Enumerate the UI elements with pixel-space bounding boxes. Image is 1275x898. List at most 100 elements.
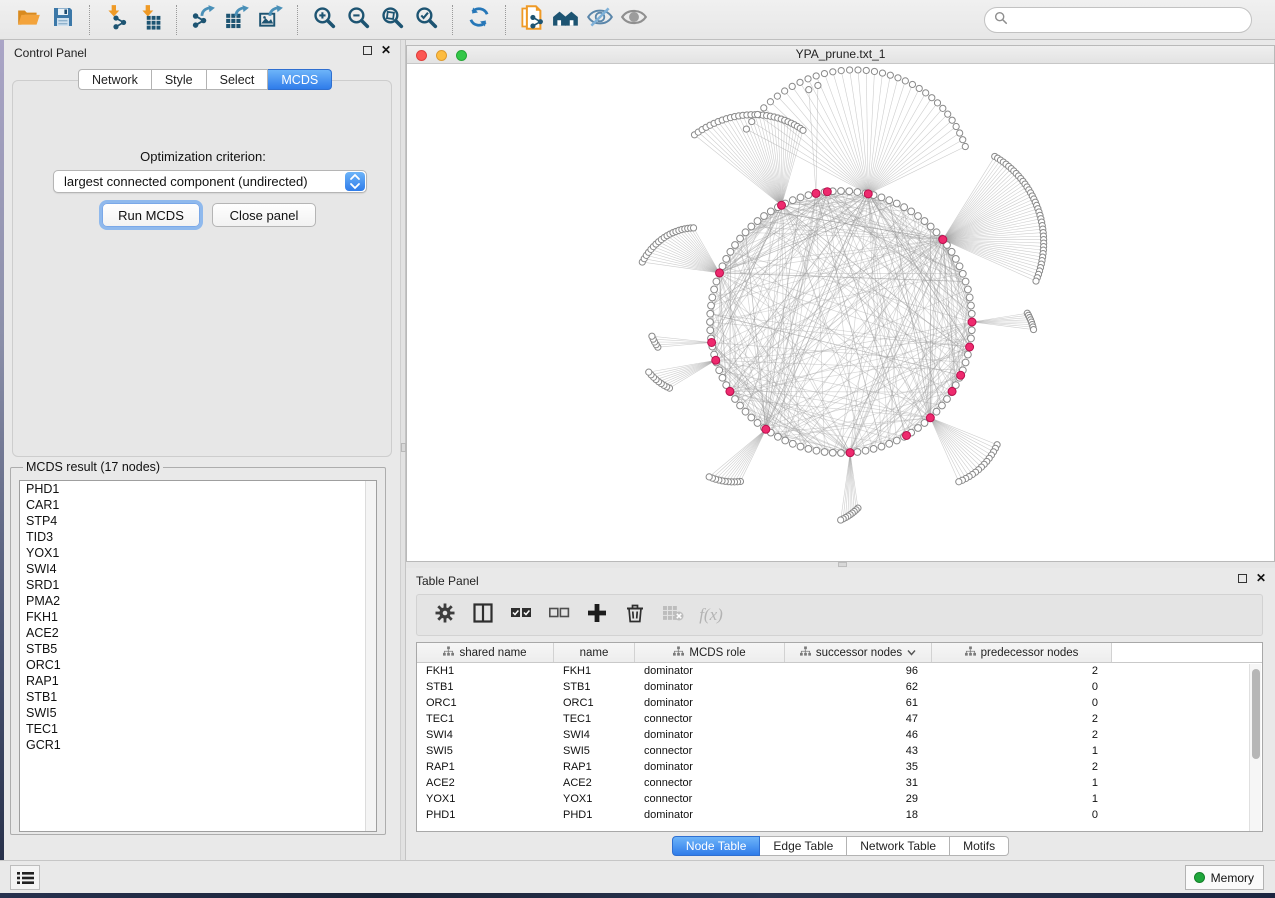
zoom-out-button[interactable] (341, 4, 375, 36)
tab-edge-table[interactable]: Edge Table (760, 836, 847, 856)
table-row-SWI4[interactable]: SWI4SWI4dominator462 (417, 727, 1262, 743)
task-history-button[interactable] (10, 865, 40, 890)
mcds-result-item[interactable]: PHD1 (20, 481, 376, 497)
add-row-button[interactable] (583, 600, 611, 630)
mcds-result-list[interactable]: PHD1CAR1STP4TID3YOX1SWI4SRD1PMA2FKH1ACE2… (19, 480, 377, 832)
mcds-hub-node[interactable] (903, 431, 911, 439)
zoom-fit-button[interactable] (375, 4, 409, 36)
table-row-RAP1[interactable]: RAP1RAP1dominator352 (417, 759, 1262, 775)
float-panel-icon[interactable] (363, 46, 372, 55)
share-document-button[interactable] (515, 4, 549, 36)
delete-table-disabled-button (659, 600, 687, 630)
mcds-hub-node[interactable] (864, 190, 872, 198)
float-panel-icon[interactable] (1238, 574, 1247, 583)
mcds-hub-node[interactable] (712, 356, 720, 364)
mcds-result-item[interactable]: SWI5 (20, 705, 376, 721)
network-canvas[interactable] (407, 64, 1274, 561)
column-header-MCDS-role[interactable]: MCDS role (635, 643, 785, 662)
mcds-result-item[interactable]: ORC1 (20, 657, 376, 673)
tab-mcds[interactable]: MCDS (268, 69, 332, 90)
tab-node-table[interactable]: Node Table (672, 836, 761, 856)
zoom-in-button[interactable] (307, 4, 341, 36)
mcds-list-scrollbar[interactable] (365, 481, 376, 831)
mcds-hub-node[interactable] (762, 425, 770, 433)
export-network-button[interactable] (186, 4, 220, 36)
memory-button[interactable]: Memory (1185, 865, 1264, 890)
tab-network[interactable]: Network (78, 69, 152, 90)
mcds-hub-node[interactable] (968, 318, 976, 326)
search-input[interactable] (1013, 13, 1251, 27)
search-box[interactable] (984, 7, 1252, 33)
mcds-hub-node[interactable] (812, 189, 820, 197)
mcds-result-item[interactable]: CAR1 (20, 497, 376, 513)
scrollbar-thumb[interactable] (1252, 669, 1260, 759)
gear-button[interactable] (431, 600, 459, 630)
mcds-hub-node[interactable] (846, 449, 854, 457)
criterion-dropdown[interactable]: largest connected component (undirected) (53, 170, 367, 193)
mcds-hub-node[interactable] (778, 201, 786, 209)
mcds-hub-node[interactable] (926, 414, 934, 422)
minimize-traffic-light[interactable] (436, 50, 447, 61)
mcds-result-item[interactable]: SWI4 (20, 561, 376, 577)
run-mcds-button[interactable]: Run MCDS (102, 203, 200, 227)
column-header-shared-name[interactable]: shared name (417, 643, 554, 662)
open-button[interactable] (12, 4, 46, 36)
table-row-PHD1[interactable]: PHD1PHD1dominator180 (417, 807, 1262, 823)
delete-row-button[interactable] (621, 600, 649, 630)
tab-network-table[interactable]: Network Table (847, 836, 950, 856)
import-network-button[interactable] (99, 4, 133, 36)
close-panel-button[interactable]: Close panel (212, 203, 316, 227)
table-row-ORC1[interactable]: ORC1ORC1dominator610 (417, 695, 1262, 711)
mcds-result-item[interactable]: RAP1 (20, 673, 376, 689)
splitter-handle[interactable] (838, 562, 847, 567)
table-scrollbar[interactable] (1249, 664, 1261, 832)
tab-motifs[interactable]: Motifs (950, 836, 1009, 856)
mcds-result-item[interactable]: STP4 (20, 513, 376, 529)
refresh-button[interactable] (462, 4, 496, 36)
table-row-ACE2[interactable]: ACE2ACE2connector311 (417, 775, 1262, 791)
deselect-all-button[interactable] (545, 600, 573, 630)
table-row-TEC1[interactable]: TEC1TEC1connector472 (417, 711, 1262, 727)
mcds-hub-node[interactable] (966, 343, 974, 351)
mcds-hub-node[interactable] (957, 371, 965, 379)
close-panel-icon[interactable]: ✕ (381, 45, 391, 55)
mcds-hub-node[interactable] (726, 387, 734, 395)
close-traffic-light[interactable] (416, 50, 427, 61)
mcds-result-item[interactable]: ACE2 (20, 625, 376, 641)
tab-style[interactable]: Style (152, 69, 207, 90)
mcds-result-item[interactable]: GCR1 (20, 737, 376, 753)
mcds-result-item[interactable]: SRD1 (20, 577, 376, 593)
table-row-STB1[interactable]: STB1STB1dominator620 (417, 679, 1262, 695)
split-panel-button[interactable] (469, 600, 497, 630)
mcds-result-item[interactable]: YOX1 (20, 545, 376, 561)
hide-selected-button[interactable] (583, 4, 617, 36)
export-image-button[interactable] (254, 4, 288, 36)
mcds-hub-node[interactable] (948, 387, 956, 395)
zoom-traffic-light[interactable] (456, 50, 467, 61)
mcds-result-item[interactable]: FKH1 (20, 609, 376, 625)
zoom-selected-button[interactable] (409, 4, 443, 36)
save-button[interactable] (46, 4, 80, 36)
table-row-YOX1[interactable]: YOX1YOX1connector291 (417, 791, 1262, 807)
column-header-name[interactable]: name (554, 643, 635, 662)
mcds-hub-node[interactable] (823, 188, 831, 196)
select-all-button[interactable] (507, 600, 535, 630)
mcds-result-item[interactable]: STB5 (20, 641, 376, 657)
show-all-button[interactable] (617, 4, 651, 36)
close-panel-icon[interactable]: ✕ (1256, 573, 1266, 583)
mcds-result-item[interactable]: TID3 (20, 529, 376, 545)
import-table-button[interactable] (133, 4, 167, 36)
table-row-FKH1[interactable]: FKH1FKH1dominator962 (417, 663, 1262, 679)
column-header-successor-nodes[interactable]: successor nodes (785, 643, 932, 662)
export-table-button[interactable] (220, 4, 254, 36)
mcds-hub-node[interactable] (939, 236, 947, 244)
mcds-hub-node[interactable] (716, 269, 724, 277)
mcds-result-item[interactable]: STB1 (20, 689, 376, 705)
mcds-hub-node[interactable] (708, 338, 716, 346)
first-neighbors-button[interactable] (549, 4, 583, 36)
table-row-SWI5[interactable]: SWI5SWI5connector431 (417, 743, 1262, 759)
mcds-result-item[interactable]: TEC1 (20, 721, 376, 737)
column-header-predecessor-nodes[interactable]: predecessor nodes (932, 643, 1112, 662)
tab-select[interactable]: Select (207, 69, 269, 90)
mcds-result-item[interactable]: PMA2 (20, 593, 376, 609)
